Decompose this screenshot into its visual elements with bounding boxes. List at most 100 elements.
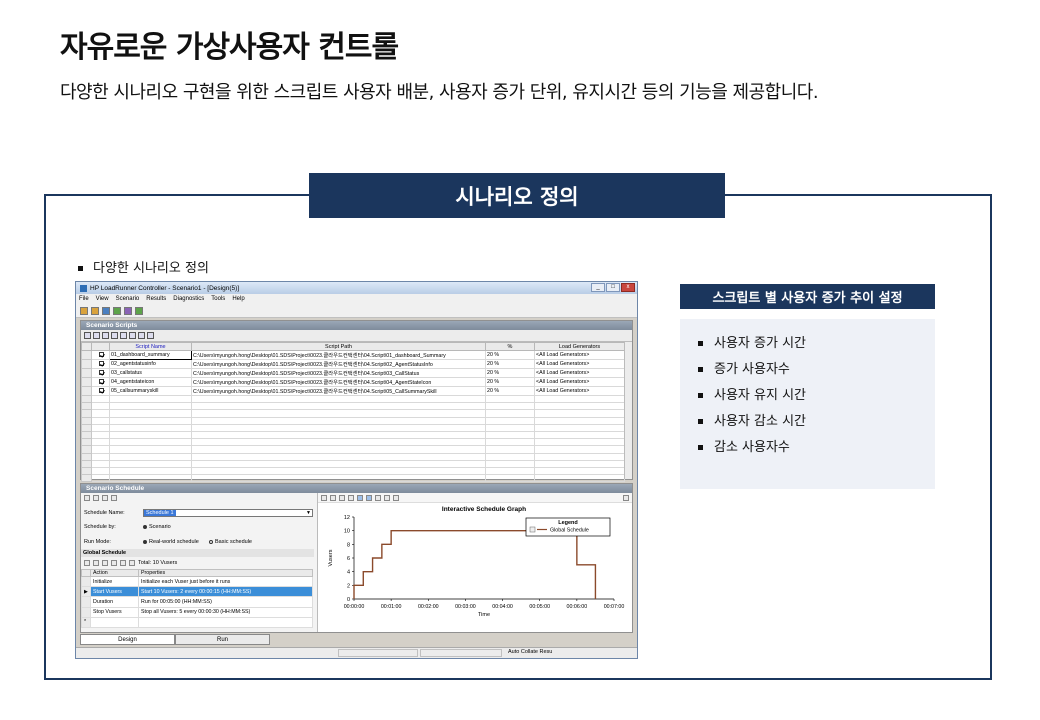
enable-checkbox[interactable]: [91, 359, 110, 369]
table-row[interactable]: *: [81, 616, 313, 628]
add-action-icon[interactable]: [93, 559, 99, 566]
table-row[interactable]: Initialize Initialize each Vuser just be…: [81, 575, 313, 588]
close-button[interactable]: x: [621, 283, 635, 292]
properties-cell[interactable]: Initialize each Vuser just before it run…: [138, 575, 313, 588]
run-mode-basic[interactable]: Basic schedule: [209, 539, 252, 545]
script-percent-cell[interactable]: 20 %: [485, 350, 535, 360]
save-icon[interactable]: [102, 306, 110, 315]
script-name-cell[interactable]: 01_dashboard_summary: [109, 350, 192, 360]
results-icon[interactable]: [135, 306, 143, 315]
radio-icon[interactable]: [143, 539, 147, 544]
view-script-icon[interactable]: [129, 332, 136, 339]
menu-view[interactable]: View: [96, 296, 109, 302]
minimize-button[interactable]: _: [591, 283, 605, 292]
delete-action-icon[interactable]: [102, 559, 108, 566]
script-lg-cell[interactable]: <All Load Generators>: [534, 368, 625, 378]
properties-cell[interactable]: Run for 00:05:00 (HH:MM:SS): [138, 596, 313, 608]
graph-add-icon[interactable]: [330, 494, 336, 501]
script-percent-cell[interactable]: 20 %: [485, 359, 535, 369]
menu-diagnostics[interactable]: Diagnostics: [173, 296, 204, 302]
pencil-icon[interactable]: [348, 494, 354, 501]
zoom-out-icon[interactable]: [384, 494, 390, 501]
add-group-icon[interactable]: [102, 332, 109, 339]
generators-icon[interactable]: [147, 332, 154, 339]
script-name-cell[interactable]: 03_callstatus: [109, 368, 192, 378]
analyze-icon[interactable]: [124, 306, 132, 315]
col-load-generators[interactable]: Load Generators: [534, 342, 625, 351]
zoom-reset-icon[interactable]: [393, 494, 399, 501]
schedule-by-scenario[interactable]: Scenario: [143, 524, 171, 530]
menu-tools[interactable]: Tools: [211, 296, 225, 302]
enable-checkbox[interactable]: [91, 377, 110, 387]
runtime-settings-icon[interactable]: [138, 332, 145, 339]
run-mode-real[interactable]: Real-world schedule: [143, 539, 199, 545]
table-row[interactable]: Stop Vusers Stop all Vusers: 5 every 00:…: [81, 606, 313, 618]
checkbox-icon[interactable]: [98, 369, 104, 375]
schedule-graph[interactable]: Interactive Schedule Graph 0 2 4 6 8 10 12 00:00…: [318, 503, 631, 630]
window-titlebar[interactable]: HP LoadRunner Controller - Scenario1 - […: [76, 282, 637, 294]
radio-icon[interactable]: [143, 524, 147, 529]
action-cell[interactable]: Start Vusers: [90, 586, 139, 598]
script-lg-cell[interactable]: <All Load Generators>: [534, 359, 625, 369]
delete-schedule-icon[interactable]: [93, 495, 99, 501]
schedule-name-select[interactable]: Schedule 1 ▼: [143, 509, 313, 517]
properties-cell[interactable]: [138, 616, 313, 628]
enable-checkbox[interactable]: [91, 350, 110, 360]
vusers-icon[interactable]: [93, 332, 100, 339]
new-scenario-icon[interactable]: [80, 306, 88, 315]
action-cell[interactable]: Initialize: [90, 575, 139, 588]
run-icon[interactable]: [113, 306, 121, 315]
action-cell[interactable]: [90, 616, 139, 628]
table-row[interactable]: 03_callstatus C:\Users\myungoh.hong\Desk…: [81, 368, 625, 378]
table-row[interactable]: 02_agentstatusinfo C:\Users\myungoh.hong…: [81, 359, 625, 369]
menu-file[interactable]: File: [79, 296, 89, 302]
remove-group-icon[interactable]: [111, 332, 118, 339]
zoom-in-icon[interactable]: [375, 494, 381, 501]
checkbox-icon[interactable]: [98, 360, 104, 366]
properties-cell[interactable]: Start 10 Vusers: 2 every 00:00:15 (HH:MM…: [138, 586, 313, 598]
script-percent-cell[interactable]: 20 %: [485, 386, 535, 396]
enable-checkbox[interactable]: [91, 368, 110, 378]
script-lg-cell[interactable]: <All Load Generators>: [534, 386, 625, 396]
menu-results[interactable]: Results: [146, 296, 166, 302]
enable-checkbox[interactable]: [91, 386, 110, 396]
action-cell[interactable]: Stop Vusers: [90, 606, 139, 618]
tab-design[interactable]: Design: [80, 634, 175, 645]
script-lg-cell[interactable]: <All Load Generators>: [534, 350, 625, 360]
move-down-icon[interactable]: [120, 559, 126, 566]
col-script-name[interactable]: Script Name: [109, 342, 192, 351]
table-row[interactable]: Duration Run for 00:05:00 (HH:MM:SS): [81, 596, 313, 608]
menu-help[interactable]: Help: [232, 296, 244, 302]
script-percent-cell[interactable]: 20 %: [485, 377, 535, 387]
checkbox-icon[interactable]: [98, 387, 104, 393]
col-percent[interactable]: %: [485, 342, 535, 351]
checkbox-icon[interactable]: [98, 378, 104, 384]
schedule-options-icon[interactable]: [111, 495, 117, 501]
script-name-cell[interactable]: 05_callsummaryskill: [109, 386, 192, 396]
rename-schedule-icon[interactable]: [102, 495, 108, 501]
move-up-icon[interactable]: [111, 559, 117, 566]
script-name-cell[interactable]: 04_agentstateicon: [109, 377, 192, 387]
table-row[interactable]: 01_dashboard_summary C:\Users\myungoh.ho…: [81, 350, 625, 360]
help-icon[interactable]: [623, 494, 629, 501]
details-icon[interactable]: [120, 332, 127, 339]
graph-delete-icon[interactable]: [339, 494, 345, 501]
new-schedule-icon[interactable]: [84, 495, 90, 501]
tab-run[interactable]: Run: [175, 634, 270, 645]
play-icon[interactable]: [84, 332, 91, 339]
scripts-scrollbar[interactable]: [624, 342, 632, 479]
script-name-cell[interactable]: 02_agentstatusinfo: [109, 359, 192, 369]
script-percent-cell[interactable]: 20 %: [485, 368, 535, 378]
open-folder-icon[interactable]: [91, 306, 99, 315]
table-row[interactable]: ▶ Start Vusers Start 10 Vusers: 2 every …: [81, 586, 313, 598]
edit-action-icon[interactable]: [84, 559, 90, 566]
properties-cell[interactable]: Stop all Vusers: 5 every 00:00:30 (HH:MM…: [138, 606, 313, 618]
maximize-button[interactable]: □: [606, 283, 620, 292]
checkbox-icon[interactable]: [98, 351, 104, 357]
script-lg-cell[interactable]: <All Load Generators>: [534, 377, 625, 387]
table-row[interactable]: 05_callsummaryskill C:\Users\myungoh.hon…: [81, 386, 625, 396]
col-script-path[interactable]: Script Path: [191, 342, 486, 351]
chevron-down-icon[interactable]: ▼: [306, 510, 311, 516]
radio-icon[interactable]: [209, 539, 213, 544]
graph-legend-icon[interactable]: [366, 494, 372, 501]
